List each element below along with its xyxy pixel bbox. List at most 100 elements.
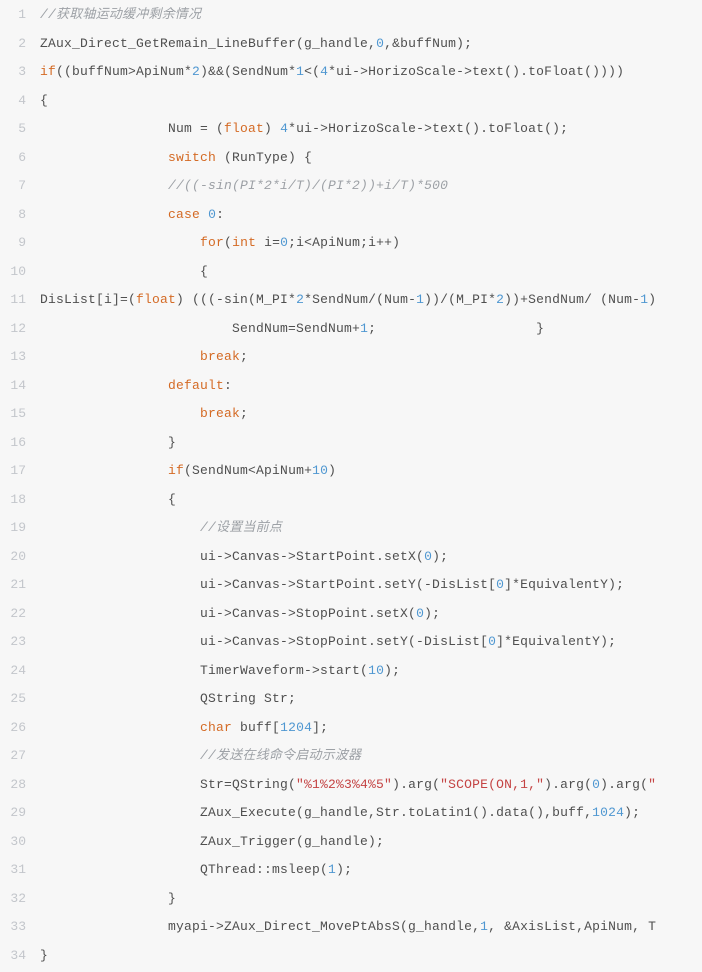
code-content: SendNum=SendNum+1; }: [40, 315, 702, 344]
code-content: //设置当前点: [40, 514, 702, 543]
line-number: 6: [0, 144, 40, 173]
code-line: 4{: [0, 87, 702, 116]
line-number: 17: [0, 457, 40, 486]
line-number: 15: [0, 400, 40, 429]
code-content: Num = (float) 4*ui->HorizoScale->text().…: [40, 115, 702, 144]
code-line: 14 default:: [0, 372, 702, 401]
code-content: }: [40, 942, 702, 971]
line-number: 21: [0, 571, 40, 600]
code-line: 30 ZAux_Trigger(g_handle);: [0, 828, 702, 857]
code-line: 2ZAux_Direct_GetRemain_LineBuffer(g_hand…: [0, 30, 702, 59]
code-content: DisList[i]=(float) (((-sin(M_PI*2*SendNu…: [40, 286, 702, 315]
code-content: }: [40, 429, 702, 458]
code-content: QString Str;: [40, 685, 702, 714]
code-content: break;: [40, 343, 702, 372]
code-line: 26 char buff[1204];: [0, 714, 702, 743]
code-line: 13 break;: [0, 343, 702, 372]
code-content: //发送在线命令启动示波器: [40, 742, 702, 771]
code-line: 9 for(int i=0;i<ApiNum;i++): [0, 229, 702, 258]
code-content: myapi->ZAux_Direct_MovePtAbsS(g_handle,1…: [40, 913, 702, 942]
code-line: 3if((buffNum>ApiNum*2)&&(SendNum*1<(4*ui…: [0, 58, 702, 87]
code-line: 8 case 0:: [0, 201, 702, 230]
line-number: 13: [0, 343, 40, 372]
line-number: 3: [0, 58, 40, 87]
code-line: 28 Str=QString("%1%2%3%4%5").arg("SCOPE(…: [0, 771, 702, 800]
code-line: 1//获取轴运动缓冲剩余情况: [0, 1, 702, 30]
line-number: 12: [0, 315, 40, 344]
code-line: 20 ui->Canvas->StartPoint.setX(0);: [0, 543, 702, 572]
code-line: 22 ui->Canvas->StopPoint.setX(0);: [0, 600, 702, 629]
code-content: break;: [40, 400, 702, 429]
code-content: QThread::msleep(1);: [40, 856, 702, 885]
code-content: ZAux_Trigger(g_handle);: [40, 828, 702, 857]
code-content: switch (RunType) {: [40, 144, 702, 173]
code-line: 24 TimerWaveform->start(10);: [0, 657, 702, 686]
line-number: 26: [0, 714, 40, 743]
code-content: ZAux_Direct_GetRemain_LineBuffer(g_handl…: [40, 30, 702, 59]
code-content: //((-sin(PI*2*i/T)/(PI*2))+i/T)*500: [40, 172, 702, 201]
code-line: 12 SendNum=SendNum+1; }: [0, 315, 702, 344]
code-content: default:: [40, 372, 702, 401]
code-content: case 0:: [40, 201, 702, 230]
code-line: 5 Num = (float) 4*ui->HorizoScale->text(…: [0, 115, 702, 144]
code-content: ui->Canvas->StartPoint.setY(-DisList[0]*…: [40, 571, 702, 600]
line-number: 31: [0, 856, 40, 885]
code-content: {: [40, 87, 702, 116]
line-number: 19: [0, 514, 40, 543]
line-number: 1: [0, 1, 40, 30]
line-number: 5: [0, 115, 40, 144]
line-number: 25: [0, 685, 40, 714]
code-line: 23 ui->Canvas->StopPoint.setY(-DisList[0…: [0, 628, 702, 657]
code-content: {: [40, 258, 702, 287]
code-line: 19 //设置当前点: [0, 514, 702, 543]
code-content: Str=QString("%1%2%3%4%5").arg("SCOPE(ON,…: [40, 771, 702, 800]
line-number: 4: [0, 87, 40, 116]
code-content: char buff[1204];: [40, 714, 702, 743]
code-line: 27 //发送在线命令启动示波器: [0, 742, 702, 771]
code-line: 6 switch (RunType) {: [0, 144, 702, 173]
code-content: }: [40, 885, 702, 914]
code-line: 7 //((-sin(PI*2*i/T)/(PI*2))+i/T)*500: [0, 172, 702, 201]
line-number: 16: [0, 429, 40, 458]
line-number: 32: [0, 885, 40, 914]
line-number: 10: [0, 258, 40, 287]
code-content: ui->Canvas->StopPoint.setX(0);: [40, 600, 702, 629]
code-line: 31 QThread::msleep(1);: [0, 856, 702, 885]
code-content: for(int i=0;i<ApiNum;i++): [40, 229, 702, 258]
code-content: ui->Canvas->StartPoint.setX(0);: [40, 543, 702, 572]
line-number: 22: [0, 600, 40, 629]
code-line: 29 ZAux_Execute(g_handle,Str.toLatin1().…: [0, 799, 702, 828]
code-content: if((buffNum>ApiNum*2)&&(SendNum*1<(4*ui-…: [40, 58, 702, 87]
line-number: 24: [0, 657, 40, 686]
code-content: //获取轴运动缓冲剩余情况: [40, 1, 702, 30]
code-line: 32 }: [0, 885, 702, 914]
code-line: 17 if(SendNum<ApiNum+10): [0, 457, 702, 486]
code-content: if(SendNum<ApiNum+10): [40, 457, 702, 486]
code-line: 34}: [0, 942, 702, 971]
code-line: 21 ui->Canvas->StartPoint.setY(-DisList[…: [0, 571, 702, 600]
line-number: 2: [0, 30, 40, 59]
code-content: TimerWaveform->start(10);: [40, 657, 702, 686]
code-content: {: [40, 486, 702, 515]
line-number: 9: [0, 229, 40, 258]
code-line: 15 break;: [0, 400, 702, 429]
line-number: 20: [0, 543, 40, 572]
line-number: 33: [0, 913, 40, 942]
code-content: ui->Canvas->StopPoint.setY(-DisList[0]*E…: [40, 628, 702, 657]
line-number: 7: [0, 172, 40, 201]
line-number: 28: [0, 771, 40, 800]
code-line: 25 QString Str;: [0, 685, 702, 714]
code-line: 33 myapi->ZAux_Direct_MovePtAbsS(g_handl…: [0, 913, 702, 942]
line-number: 18: [0, 486, 40, 515]
line-number: 27: [0, 742, 40, 771]
line-number: 8: [0, 201, 40, 230]
code-line: 11DisList[i]=(float) (((-sin(M_PI*2*Send…: [0, 286, 702, 315]
code-content: ZAux_Execute(g_handle,Str.toLatin1().dat…: [40, 799, 702, 828]
line-number: 34: [0, 942, 40, 971]
line-number: 14: [0, 372, 40, 401]
code-block: 1//获取轴运动缓冲剩余情况2ZAux_Direct_GetRemain_Lin…: [0, 0, 702, 972]
code-line: 10 {: [0, 258, 702, 287]
code-line: 18 {: [0, 486, 702, 515]
line-number: 30: [0, 828, 40, 857]
line-number: 11: [0, 286, 40, 315]
